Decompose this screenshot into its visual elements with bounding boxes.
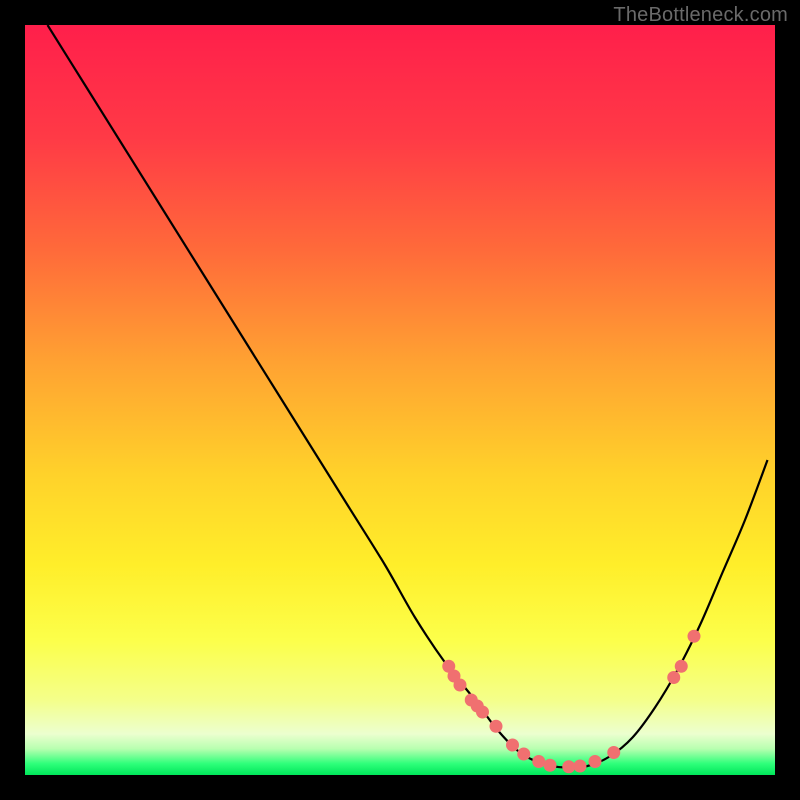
data-marker <box>675 660 688 673</box>
data-marker <box>454 679 467 692</box>
data-marker <box>607 746 620 759</box>
data-marker <box>476 706 489 719</box>
data-marker <box>544 759 557 772</box>
data-marker <box>589 755 602 768</box>
chart-background <box>25 25 775 775</box>
data-marker <box>532 755 545 768</box>
data-marker <box>667 671 680 684</box>
data-marker <box>490 720 503 733</box>
bottleneck-chart <box>25 25 775 775</box>
chart-container <box>25 25 775 775</box>
data-marker <box>517 748 530 761</box>
data-marker <box>562 760 575 773</box>
data-marker <box>506 739 519 752</box>
data-marker <box>688 630 701 643</box>
data-marker <box>574 760 587 773</box>
watermark-text: TheBottleneck.com <box>613 4 788 27</box>
